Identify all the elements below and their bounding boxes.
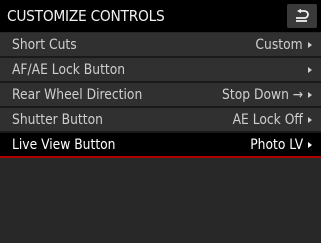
menu-item-value: Photo LV [249,137,303,153]
chevron-right-icon [308,117,312,123]
controls-menu: Short Cuts Custom AF/AE Lock Button Rear… [0,33,321,158]
menu-item-rear-wheel-direction[interactable]: Rear Wheel Direction Stop Down → [0,83,321,108]
page-title: CUSTOMIZE CONTROLS [7,7,165,25]
back-button[interactable] [287,4,317,28]
back-arrow-icon [296,8,309,22]
menu-item-label: Rear Wheel Direction [12,87,143,103]
customize-controls-screen: CUSTOMIZE CONTROLS Short Cuts Custom AF/… [0,0,321,243]
header-bar: CUSTOMIZE CONTROLS [0,0,321,32]
chevron-right-icon [308,92,312,98]
chevron-right-icon [308,142,312,148]
menu-item-value: Stop Down → [221,87,303,103]
menu-item-label: Live View Button [12,137,116,153]
chevron-right-icon [308,67,312,73]
menu-item-live-view-button[interactable]: Live View Button Photo LV [0,133,321,158]
menu-item-value: Custom [255,37,303,53]
chevron-right-icon [308,42,312,48]
menu-item-shutter-button[interactable]: Shutter Button AE Lock Off [0,108,321,133]
menu-item-label: Short Cuts [12,37,77,53]
menu-item-label: Shutter Button [12,112,103,128]
menu-item-af-ae-lock-button[interactable]: AF/AE Lock Button [0,58,321,83]
menu-item-short-cuts[interactable]: Short Cuts Custom [0,33,321,58]
menu-item-label: AF/AE Lock Button [12,62,126,78]
menu-item-value: AE Lock Off [232,112,303,128]
